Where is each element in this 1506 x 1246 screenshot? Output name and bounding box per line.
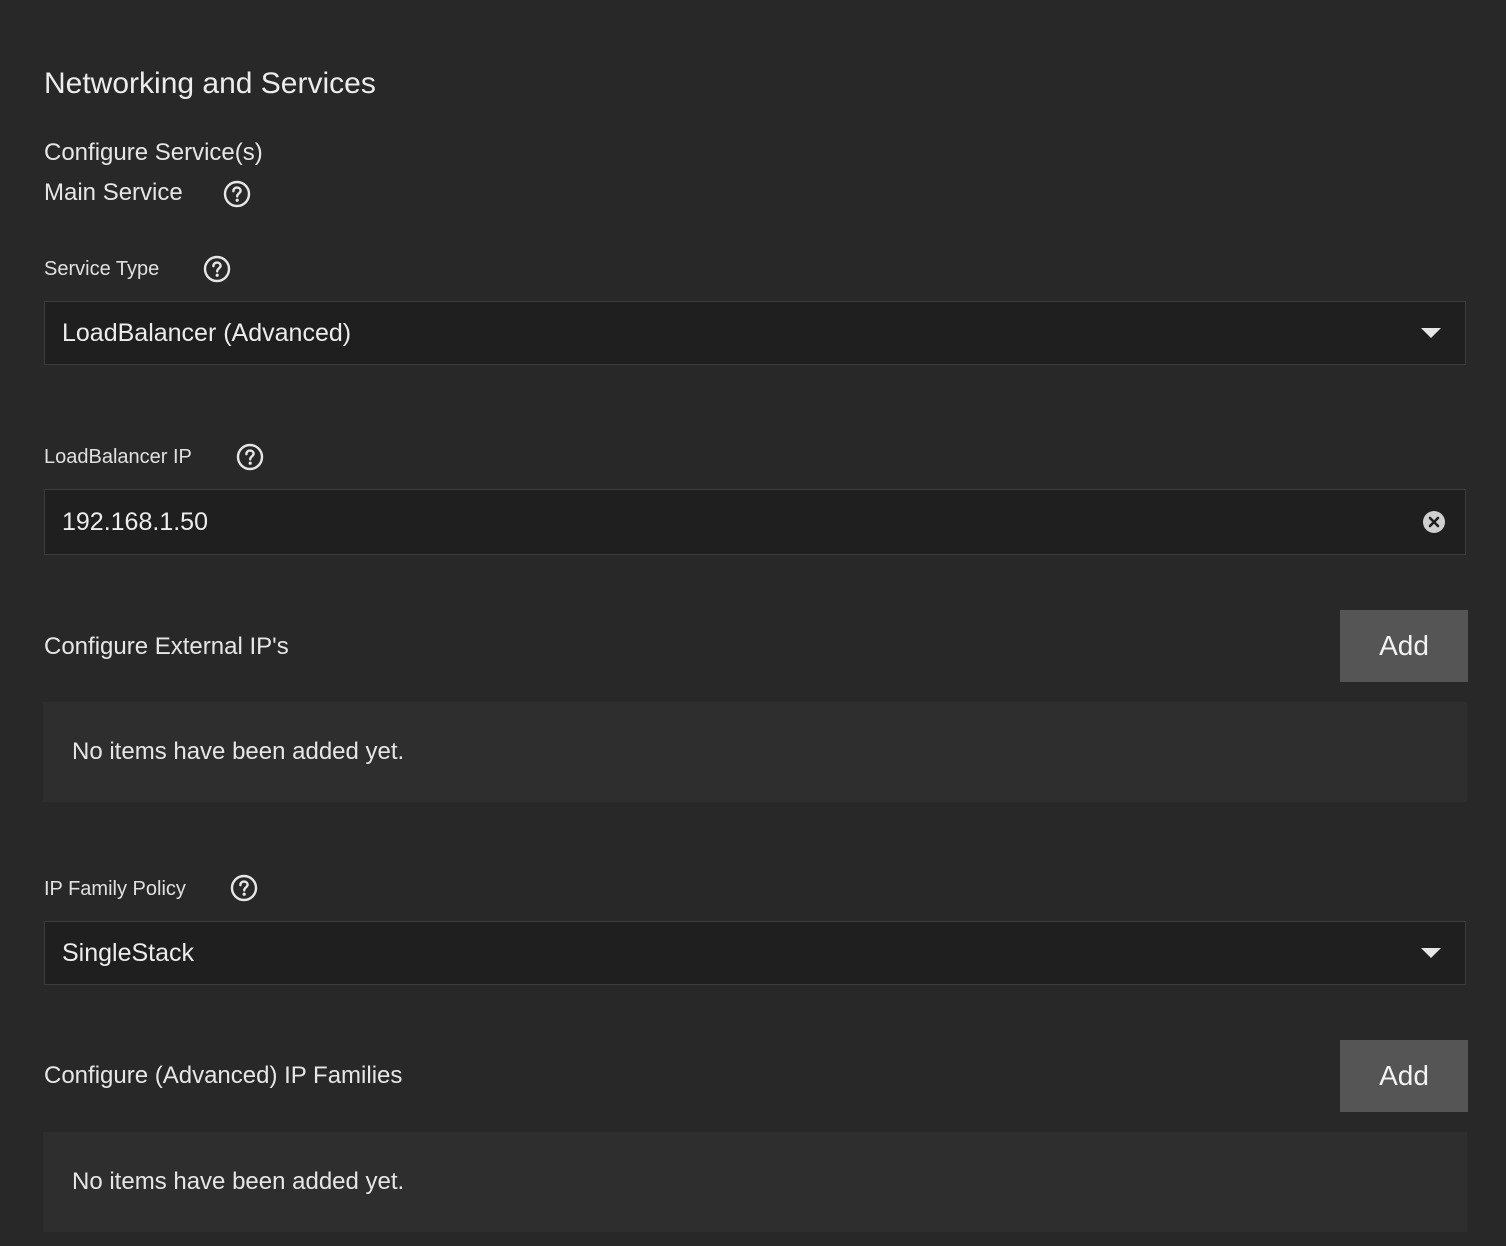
external-ips-empty-panel: No items have been added yet. [43, 702, 1467, 802]
ip-families-empty-panel: No items have been added yet. [43, 1132, 1467, 1232]
ip-family-policy-select[interactable]: SingleStack [44, 921, 1466, 985]
service-type-select[interactable]: LoadBalancer (Advanced) [44, 301, 1466, 365]
ip-families-empty-text: No items have been added yet. [72, 1168, 405, 1195]
ip-families-heading: Configure (Advanced) IP Families [44, 1062, 403, 1089]
ip-family-policy-help-icon[interactable] [229, 873, 259, 903]
add-external-ip-button[interactable]: Add [1340, 610, 1468, 682]
add-ip-family-button[interactable]: Add [1340, 1040, 1468, 1112]
external-ips-heading: Configure External IP's [44, 633, 289, 660]
loadbalancer-ip-field[interactable] [44, 489, 1466, 555]
clear-icon[interactable] [1422, 510, 1446, 534]
main-service-heading: Main Service [44, 179, 183, 206]
service-type-value: LoadBalancer (Advanced) [62, 318, 352, 347]
main-service-help-icon[interactable] [222, 179, 252, 209]
configure-services-heading: Configure Service(s) [44, 139, 263, 166]
loadbalancer-ip-input[interactable] [62, 507, 1465, 537]
external-ips-empty-text: No items have been added yet. [72, 738, 405, 765]
caret-down-icon [1421, 328, 1441, 338]
loadbalancer-ip-help-icon[interactable] [235, 442, 265, 472]
caret-down-icon [1421, 948, 1441, 958]
service-type-help-icon[interactable] [202, 254, 232, 284]
ip-family-policy-value: SingleStack [62, 938, 195, 967]
networking-services-form: Networking and Services Configure Servic… [0, 0, 1506, 1246]
service-type-label: Service Type [44, 258, 160, 280]
ip-family-policy-label: IP Family Policy [44, 878, 186, 900]
loadbalancer-ip-label: LoadBalancer IP [44, 446, 192, 468]
section-title: Networking and Services [44, 67, 376, 100]
